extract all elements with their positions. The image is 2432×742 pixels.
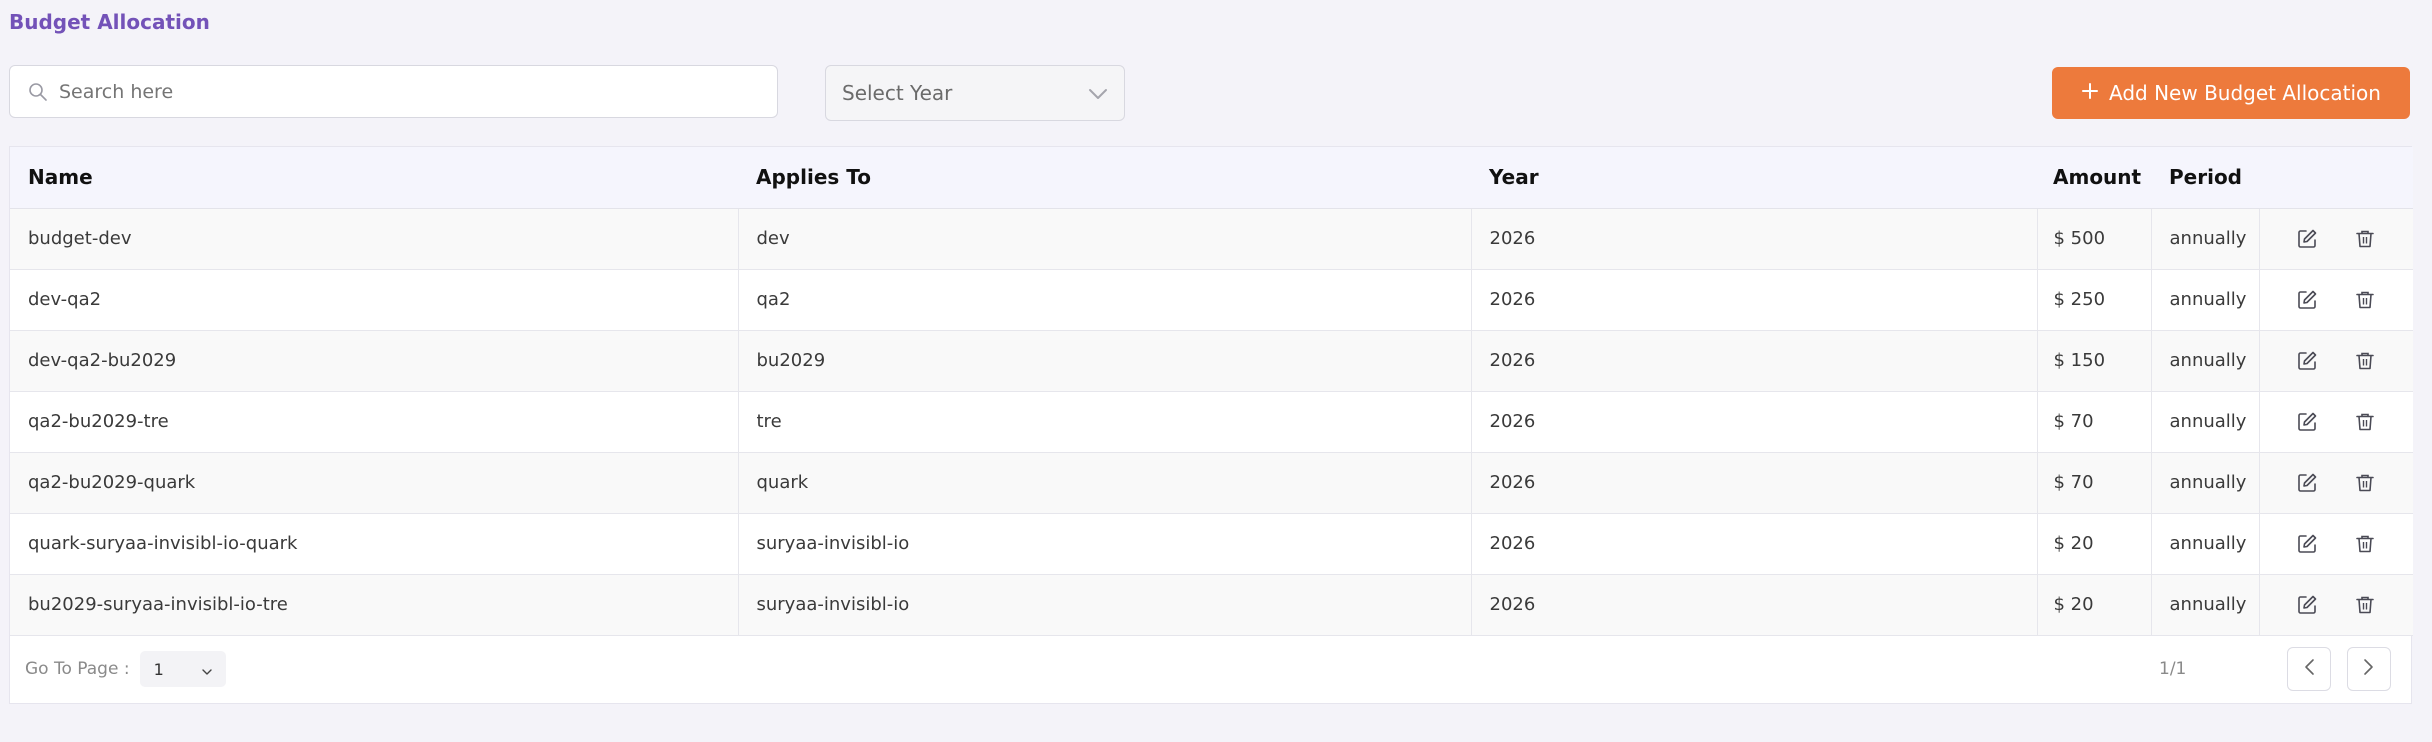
cell-applies-to: suryaa-invisibl-io bbox=[738, 574, 1472, 636]
column-header-amount[interactable]: Amount bbox=[2037, 147, 2151, 209]
page-select[interactable]: 1 bbox=[139, 651, 226, 687]
column-header-year[interactable]: Year bbox=[1471, 147, 2037, 209]
trash-icon[interactable] bbox=[2353, 471, 2377, 495]
table-row: budget-dev dev 2026 $ 500 annually bbox=[10, 208, 2413, 270]
trash-icon[interactable] bbox=[2353, 288, 2377, 312]
cell-amount: $ 150 bbox=[2037, 330, 2152, 392]
cell-year: 2026 bbox=[1471, 513, 2038, 575]
edit-icon[interactable] bbox=[2295, 349, 2319, 373]
cell-year: 2026 bbox=[1471, 452, 2038, 514]
cell-name: qa2-bu2029-tre bbox=[10, 391, 739, 453]
year-select[interactable]: Select Year bbox=[825, 65, 1125, 121]
cell-amount: $ 70 bbox=[2037, 391, 2152, 453]
cell-actions bbox=[2259, 330, 2413, 392]
trash-icon[interactable] bbox=[2353, 532, 2377, 556]
cell-year: 2026 bbox=[1471, 208, 2038, 270]
edit-icon[interactable] bbox=[2295, 410, 2319, 434]
table-row: quark-suryaa-invisibl-io-quark suryaa-in… bbox=[10, 513, 2413, 575]
cell-name: bu2029-suryaa-invisibl-io-tre bbox=[10, 574, 739, 636]
cell-period: annually bbox=[2151, 574, 2260, 636]
cell-period: annually bbox=[2151, 391, 2260, 453]
chevron-left-icon bbox=[2303, 658, 2315, 680]
table-header-row: Name Applies To Year Amount Period bbox=[10, 147, 2413, 209]
table-row: bu2029-suryaa-invisibl-io-tre suryaa-inv… bbox=[10, 574, 2413, 636]
cell-applies-to: qa2 bbox=[738, 269, 1472, 331]
pagination-bar: Go To Page : 1 1/1 bbox=[10, 635, 2411, 703]
cell-amount: $ 500 bbox=[2037, 208, 2152, 270]
cell-year: 2026 bbox=[1471, 330, 2038, 392]
cell-period: annually bbox=[2151, 208, 2260, 270]
year-select-placeholder: Select Year bbox=[842, 81, 953, 105]
cell-year: 2026 bbox=[1471, 391, 2038, 453]
edit-icon[interactable] bbox=[2295, 227, 2319, 251]
cell-period: annually bbox=[2151, 452, 2260, 514]
cell-amount: $ 250 bbox=[2037, 269, 2152, 331]
page-select-value: 1 bbox=[153, 659, 164, 679]
chevron-down-icon bbox=[201, 660, 212, 679]
goto-page-label: Go To Page : bbox=[25, 659, 130, 679]
cell-name: budget-dev bbox=[10, 208, 739, 270]
cell-name: quark-suryaa-invisibl-io-quark bbox=[10, 513, 739, 575]
edit-icon[interactable] bbox=[2295, 471, 2319, 495]
cell-period: annually bbox=[2151, 269, 2260, 331]
add-budget-allocation-label: Add New Budget Allocation bbox=[2109, 81, 2381, 105]
next-page-button[interactable] bbox=[2347, 647, 2391, 691]
edit-icon[interactable] bbox=[2295, 593, 2319, 617]
column-header-actions bbox=[2259, 147, 2413, 209]
cell-actions bbox=[2259, 513, 2413, 575]
cell-actions bbox=[2259, 391, 2413, 453]
cell-amount: $ 20 bbox=[2037, 574, 2152, 636]
cell-actions bbox=[2259, 574, 2413, 636]
cell-actions bbox=[2259, 208, 2413, 270]
cell-period: annually bbox=[2151, 330, 2260, 392]
cell-amount: $ 20 bbox=[2037, 513, 2152, 575]
budget-table-card: Name Applies To Year Amount Period budge… bbox=[9, 146, 2413, 704]
cell-actions bbox=[2259, 269, 2413, 331]
cell-actions bbox=[2259, 452, 2413, 514]
table-row: qa2-bu2029-tre tre 2026 $ 70 annually bbox=[10, 391, 2413, 453]
cell-year: 2026 bbox=[1471, 269, 2038, 331]
cell-period: annually bbox=[2151, 513, 2260, 575]
cell-applies-to: suryaa-invisibl-io bbox=[738, 513, 1472, 575]
trash-icon[interactable] bbox=[2353, 349, 2377, 373]
edit-icon[interactable] bbox=[2295, 532, 2319, 556]
page-count: 1/1 bbox=[2159, 659, 2187, 679]
chevron-right-icon bbox=[2363, 658, 2375, 680]
prev-page-button[interactable] bbox=[2287, 647, 2331, 691]
table-row: dev-qa2-bu2029 bu2029 2026 $ 150 annuall… bbox=[10, 330, 2413, 392]
column-header-applies-to[interactable]: Applies To bbox=[738, 147, 1471, 209]
search-box[interactable] bbox=[9, 65, 778, 118]
cell-applies-to: bu2029 bbox=[738, 330, 1472, 392]
cell-name: dev-qa2 bbox=[10, 269, 739, 331]
cell-applies-to: dev bbox=[738, 208, 1472, 270]
cell-amount: $ 70 bbox=[2037, 452, 2152, 514]
add-budget-allocation-button[interactable]: Add New Budget Allocation bbox=[2052, 67, 2410, 119]
cell-name: dev-qa2-bu2029 bbox=[10, 330, 739, 392]
cell-name: qa2-bu2029-quark bbox=[10, 452, 739, 514]
search-icon bbox=[27, 81, 49, 103]
cell-applies-to: tre bbox=[738, 391, 1472, 453]
trash-icon[interactable] bbox=[2353, 593, 2377, 617]
trash-icon[interactable] bbox=[2353, 410, 2377, 434]
plus-icon bbox=[2081, 81, 2099, 105]
chevron-down-icon bbox=[1088, 81, 1108, 105]
trash-icon[interactable] bbox=[2353, 227, 2377, 251]
page-title: Budget Allocation bbox=[9, 10, 210, 34]
table-row: qa2-bu2029-quark quark 2026 $ 70 annuall… bbox=[10, 452, 2413, 514]
search-input[interactable] bbox=[59, 80, 759, 103]
edit-icon[interactable] bbox=[2295, 288, 2319, 312]
column-header-name[interactable]: Name bbox=[10, 147, 738, 209]
cell-applies-to: quark bbox=[738, 452, 1472, 514]
table-row: dev-qa2 qa2 2026 $ 250 annually bbox=[10, 269, 2413, 331]
column-header-period[interactable]: Period bbox=[2151, 147, 2259, 209]
cell-year: 2026 bbox=[1471, 574, 2038, 636]
budget-table: Name Applies To Year Amount Period budge… bbox=[10, 147, 2413, 636]
